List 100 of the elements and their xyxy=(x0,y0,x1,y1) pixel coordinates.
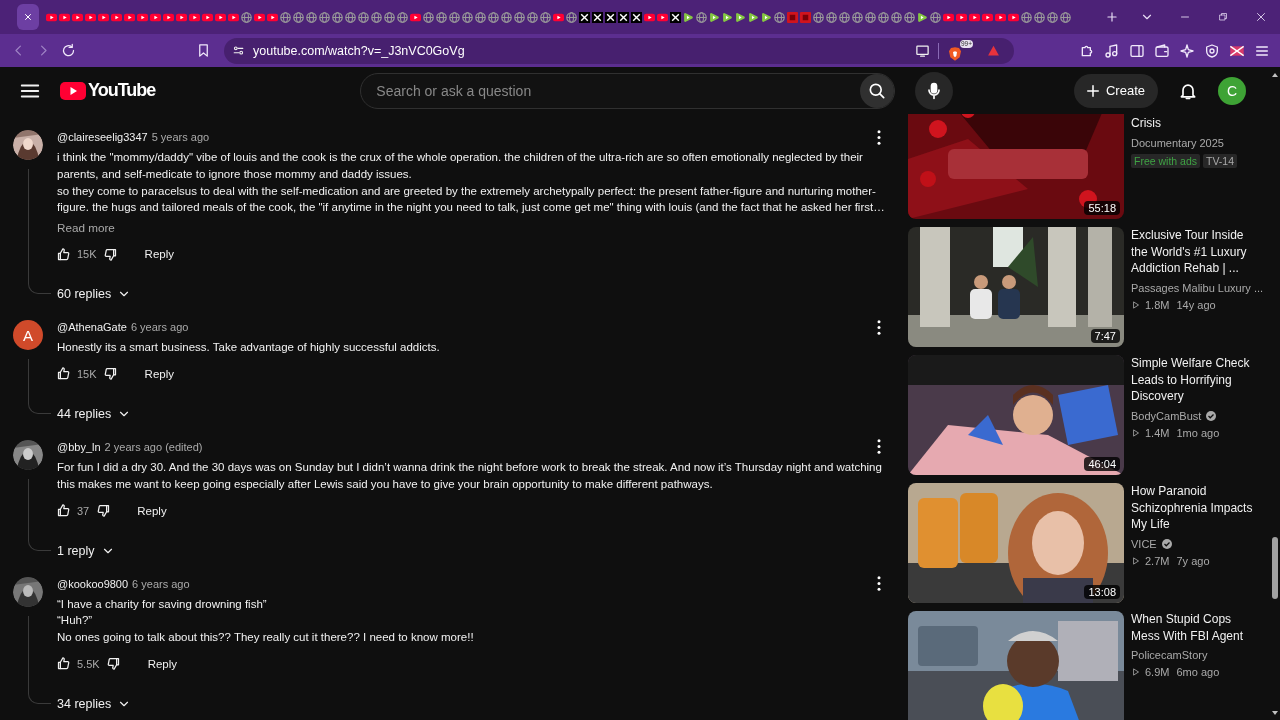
video-title[interactable]: Simple Welfare Check Leads to Horrifying Discovery xyxy=(1131,355,1255,405)
thumbs-down-icon xyxy=(95,503,111,519)
video-duration: 46:04 xyxy=(1084,457,1120,471)
channel-name[interactable]: Passages Malibu Luxury ... xyxy=(1131,279,1264,296)
globe-icon xyxy=(527,11,538,23)
globe-icon xyxy=(462,11,473,23)
upload-age: 6mo ago xyxy=(1176,665,1220,680)
bookmark-icon xyxy=(196,43,211,58)
thumbs-up-icon xyxy=(55,503,71,519)
replies-toggle[interactable]: 44 replies xyxy=(57,402,132,426)
globe-icon xyxy=(774,11,785,23)
play-outline-icon xyxy=(1131,555,1141,566)
view-count: 1.8M xyxy=(1145,297,1170,313)
more-icon xyxy=(877,319,881,335)
play-outline-icon xyxy=(1131,427,1141,438)
globe-icon xyxy=(371,11,382,23)
globe-icon xyxy=(852,11,863,23)
sparkle-icon xyxy=(1178,42,1195,59)
comment-author[interactable]: @kookoo9800 xyxy=(57,577,129,590)
play-icon xyxy=(644,11,655,23)
reply-button[interactable]: Reply xyxy=(144,242,174,267)
rounded-play-icon xyxy=(722,11,733,23)
upload-age: 1mo ago xyxy=(1176,425,1220,441)
video-title[interactable]: When Stupid Cops Mess With FBI Agent xyxy=(1131,611,1255,644)
youtube-logo[interactable]: YouTube xyxy=(60,80,156,101)
play-icon xyxy=(982,11,993,23)
comment-time: 2 years ago (edited) xyxy=(104,441,203,453)
globe-icon xyxy=(930,11,941,23)
video-duration: 13:08 xyxy=(1084,585,1120,599)
like-count: 15K xyxy=(77,368,97,380)
x-icon xyxy=(670,11,681,23)
globe-icon xyxy=(293,11,304,23)
play-icon xyxy=(72,11,83,23)
music-icon xyxy=(1103,42,1120,59)
play-icon xyxy=(215,11,226,23)
search-input[interactable]: Search or ask a question xyxy=(374,81,861,100)
square-icon xyxy=(800,11,811,23)
replies-toggle[interactable]: 60 replies xyxy=(57,282,132,307)
rounded-play-icon xyxy=(683,11,694,23)
play-icon xyxy=(85,11,96,23)
play-icon xyxy=(124,11,135,23)
play-icon xyxy=(163,11,174,23)
globe-icon xyxy=(1021,11,1032,23)
cast-icon xyxy=(915,43,930,58)
replies-toggle[interactable]: 34 replies xyxy=(57,691,132,716)
upload-age: 7y ago xyxy=(1176,553,1210,569)
search-button[interactable] xyxy=(860,73,895,108)
globe-icon xyxy=(501,11,512,23)
video-title[interactable]: Exclusive Tour Inside the World's #1 Luxury Addiction Rehab | ... xyxy=(1131,227,1255,277)
globe-icon xyxy=(514,11,525,23)
globe-icon xyxy=(878,11,889,23)
thumbs-up-icon xyxy=(55,246,71,262)
rounded-play-icon xyxy=(761,11,772,23)
rounded-play-icon xyxy=(735,11,746,23)
search-box[interactable]: Search or ask a question xyxy=(360,72,896,109)
read-more-link[interactable]: Read more xyxy=(57,220,115,237)
comment-time: 6 years ago xyxy=(132,577,190,590)
voice-search-button[interactable] xyxy=(915,71,954,110)
video-title[interactable]: Crisis xyxy=(1131,115,1255,132)
video-title[interactable]: How Paranoid Schizophrenia Impacts My Life xyxy=(1131,483,1255,533)
wallet-icon xyxy=(1153,42,1170,59)
thumbs-down-icon xyxy=(103,366,119,382)
restore-icon xyxy=(1217,11,1229,23)
globe-icon xyxy=(904,11,915,23)
reply-button[interactable]: Reply xyxy=(137,498,167,523)
comment-text: so they come to paracelsus to deal with the self-medication and are greeted by the extremely archetypally perfect: the present father-figure and nurturing mother-figure. the hugs and tailored meals of the cook, the "if anytime in the night you need to talk, just come get me" thing with louis (and the fact that he asked her first… xyxy=(57,183,886,216)
upload-age: 14y ago xyxy=(1176,297,1216,313)
play-icon xyxy=(553,11,564,23)
comment-author[interactable]: @AthenaGate xyxy=(57,321,127,334)
close-icon xyxy=(22,11,34,23)
globe-icon xyxy=(1047,11,1058,23)
offer-label: Free with ads xyxy=(1131,153,1201,168)
sidebar-icon xyxy=(1128,42,1145,59)
more-icon xyxy=(877,576,881,592)
globe-icon xyxy=(358,11,369,23)
reply-button[interactable]: Reply xyxy=(144,362,174,386)
channel-name[interactable]: BodyCamBust xyxy=(1131,407,1202,424)
rounded-play-icon xyxy=(917,11,928,23)
globe-icon xyxy=(891,11,902,23)
play-icon xyxy=(150,11,161,23)
create-button[interactable]: Create xyxy=(1073,73,1158,108)
globe-icon xyxy=(345,11,356,23)
channel-name[interactable]: PolicecamStory xyxy=(1131,647,1208,663)
replies-toggle[interactable]: 1 reply xyxy=(57,538,115,563)
thumbs-down-icon xyxy=(103,246,119,262)
globe-icon xyxy=(826,11,837,23)
site-settings-icon xyxy=(232,44,245,57)
url-text: youtube.com/watch?v=_J3nVC0GoVg xyxy=(253,43,465,58)
comment-author[interactable]: @bby_ln xyxy=(57,441,101,453)
reply-button[interactable]: Reply xyxy=(147,651,178,676)
globe-icon xyxy=(813,11,824,23)
globe-icon xyxy=(423,11,434,23)
play-icon xyxy=(410,11,421,23)
channel-name[interactable]: VICE xyxy=(1131,535,1157,552)
play-icon xyxy=(956,11,967,23)
play-icon xyxy=(60,81,86,100)
comment-author[interactable]: @claireseelig3347 xyxy=(57,131,148,143)
video-duration: 7:47 xyxy=(1090,329,1120,343)
globe-icon xyxy=(475,11,486,23)
x-icon xyxy=(618,11,629,23)
